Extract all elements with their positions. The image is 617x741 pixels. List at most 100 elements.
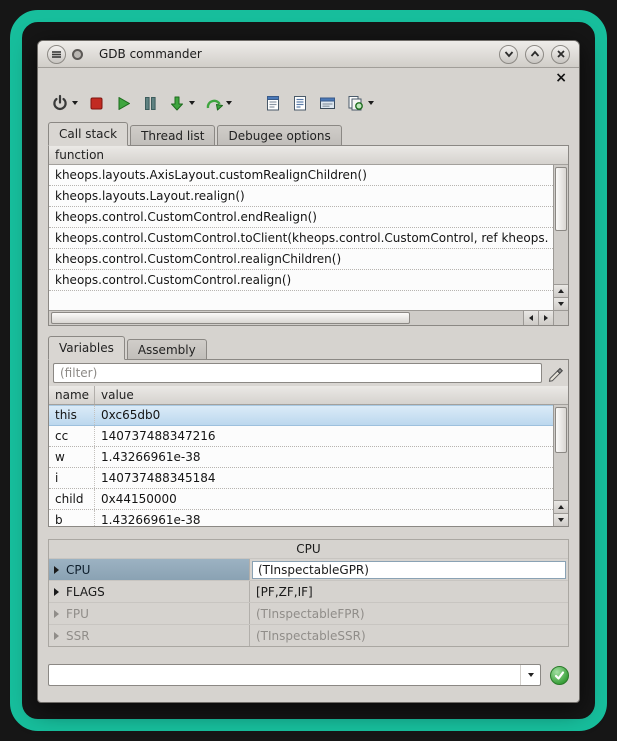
variable-value: 0xc65db0	[95, 405, 553, 425]
expander-icon[interactable]	[54, 588, 59, 596]
scrollbar-thumb[interactable]	[51, 312, 410, 324]
name-column-header[interactable]: name	[49, 386, 95, 404]
step-over-icon	[204, 94, 223, 112]
expander-icon[interactable]	[54, 632, 59, 640]
scroll-left-button[interactable]	[523, 311, 538, 325]
variable-row[interactable]: w 1.43266961e-38	[49, 447, 553, 468]
tab-variables[interactable]: Variables	[48, 336, 125, 360]
memory-button[interactable]	[315, 90, 340, 116]
cpu-row-value-cell[interactable]: (TInspectableFPR)	[249, 603, 568, 624]
combo-dropdown-button[interactable]	[520, 665, 540, 685]
variable-row[interactable]: this 0xc65db0	[49, 405, 553, 426]
cpu-row[interactable]: CPU (TInspectableGPR)	[49, 558, 568, 580]
cpu-row[interactable]: FLAGS [PF,ZF,IF]	[49, 580, 568, 602]
stop-icon	[87, 94, 105, 112]
filter-input[interactable]	[53, 363, 542, 383]
callstack-row[interactable]: kheops.control.CustomControl.realign()	[49, 270, 553, 291]
tab-call-stack[interactable]: Call stack	[48, 122, 128, 146]
run-button[interactable]	[111, 90, 135, 116]
scrollbar-thumb[interactable]	[555, 407, 567, 453]
dropdown-arrow-icon[interactable]	[189, 101, 195, 105]
callstack-row[interactable]: kheops.control.CustomControl.realignChil…	[49, 249, 553, 270]
power-button[interactable]	[48, 90, 81, 116]
variable-row[interactable]: b 1.43266961e-38	[49, 510, 553, 526]
dock-close-button[interactable]: ×	[553, 71, 569, 85]
window-title: GDB commander	[99, 47, 493, 61]
stop-button[interactable]	[84, 90, 108, 116]
cpu-groupbox: CPU CPU (TInspectableGPR) FLAGS	[48, 539, 569, 647]
dropdown-arrow-icon[interactable]	[368, 101, 374, 105]
cpu-row-name-cell[interactable]: FPU	[49, 603, 249, 624]
cpu-category-name: FLAGS	[66, 585, 105, 599]
pause-button[interactable]	[138, 90, 162, 116]
callstack-row[interactable]: kheops.layouts.Layout.realign()	[49, 186, 553, 207]
tab-assembly[interactable]: Assembly	[127, 339, 207, 360]
step-into-button[interactable]	[165, 90, 198, 116]
expander-icon[interactable]	[54, 566, 59, 574]
dropdown-arrow-icon[interactable]	[72, 101, 78, 105]
step-over-button[interactable]	[201, 90, 235, 116]
close-button[interactable]	[551, 45, 570, 64]
down-arrow-icon	[558, 302, 564, 306]
cpu-value-editor[interactable]: (TInspectableGPR)	[252, 561, 566, 579]
scroll-down-button[interactable]	[554, 513, 568, 526]
cpu-row[interactable]: SSR (TInspectableSSR)	[49, 624, 568, 646]
watch-button[interactable]	[343, 90, 377, 116]
output-icon	[264, 94, 282, 112]
minimize-button[interactable]	[499, 45, 518, 64]
cpu-row-value-cell[interactable]: [PF,ZF,IF]	[249, 581, 568, 602]
scroll-up-button[interactable]	[554, 500, 568, 513]
callstack-tabbar: Call stack Thread list Debugee options	[48, 122, 569, 146]
cpu-category-value: (TInspectableSSR)	[256, 629, 366, 643]
scrollbar-track[interactable]	[50, 312, 522, 324]
expander-icon[interactable]	[54, 610, 59, 618]
dropdown-arrow-icon[interactable]	[226, 101, 232, 105]
variables-tabbar: Variables Assembly	[48, 336, 569, 360]
output-button[interactable]	[261, 90, 285, 116]
scrollbar-track[interactable]	[555, 406, 567, 499]
variable-row[interactable]: cc 140737488347216	[49, 426, 553, 447]
cpu-row-name-cell[interactable]: SSR	[49, 625, 249, 646]
variable-row[interactable]: child 0x44150000	[49, 489, 553, 510]
gdb-commander-window: GDB commander ×	[37, 40, 580, 703]
maximize-button[interactable]	[525, 45, 544, 64]
tab-debugee-options[interactable]: Debugee options	[217, 125, 341, 146]
filter-options-icon[interactable]	[547, 365, 564, 382]
spacer	[48, 326, 569, 336]
variable-value: 0x44150000	[95, 489, 553, 509]
cpu-row-value-cell[interactable]: (TInspectableSSR)	[249, 625, 568, 646]
callstack-row[interactable]: kheops.layouts.AxisLayout.customRealignC…	[49, 165, 553, 186]
scroll-up-button[interactable]	[554, 284, 568, 297]
variable-value: 140737488347216	[95, 426, 553, 446]
variables-list[interactable]: this 0xc65db0 cc 140737488347216 w 1.432…	[49, 405, 553, 526]
scroll-down-button[interactable]	[554, 297, 568, 310]
callstack-list[interactable]: kheops.layouts.AxisLayout.customRealignC…	[49, 165, 553, 310]
command-combobox[interactable]	[48, 664, 541, 686]
variables-vertical-scrollbar[interactable]	[553, 405, 568, 526]
cpu-row[interactable]: FPU (TInspectableFPR)	[49, 602, 568, 624]
callstack-row[interactable]: kheops.control.CustomControl.endRealign(…	[49, 207, 553, 228]
variables-column-headers[interactable]: name value	[49, 386, 568, 405]
scrollbar-corner	[553, 311, 568, 325]
pin-icon[interactable]	[72, 49, 83, 60]
cpu-row-name-cell[interactable]: CPU	[49, 559, 249, 580]
power-icon	[51, 94, 69, 112]
variable-row[interactable]: i 140737488345184	[49, 468, 553, 489]
value-column-header[interactable]: value	[95, 386, 568, 404]
callstack-horizontal-scrollbar[interactable]	[49, 311, 553, 325]
command-row	[48, 663, 569, 687]
callstack-column-header[interactable]: function	[49, 146, 568, 165]
titlebar[interactable]: GDB commander	[38, 41, 579, 68]
scroll-right-button[interactable]	[538, 311, 553, 325]
execute-command-button[interactable]	[550, 666, 569, 685]
window-menu-button[interactable]	[47, 45, 66, 64]
client-area: ×	[38, 68, 579, 702]
cpu-row-value-cell[interactable]: (TInspectableGPR)	[249, 559, 568, 580]
callstack-row[interactable]: kheops.control.CustomControl.toClient(kh…	[49, 228, 553, 249]
scrollbar-thumb[interactable]	[555, 167, 567, 231]
log-button[interactable]	[288, 90, 312, 116]
scrollbar-track[interactable]	[555, 166, 567, 283]
cpu-row-name-cell[interactable]: FLAGS	[49, 581, 249, 602]
callstack-vertical-scrollbar[interactable]	[553, 165, 568, 310]
tab-thread-list[interactable]: Thread list	[130, 125, 215, 146]
